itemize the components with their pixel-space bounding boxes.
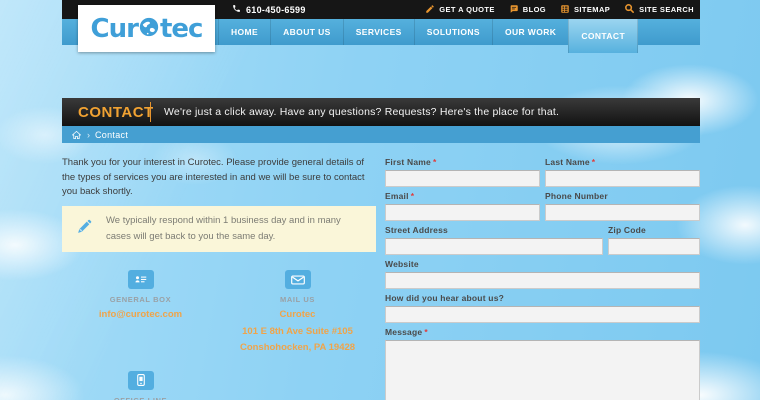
hear-about-us-input[interactable] <box>385 306 700 323</box>
last-name-input[interactable] <box>545 170 700 187</box>
contact-info-label: GENERAL BOX <box>62 295 219 304</box>
message-textarea[interactable] <box>385 340 700 400</box>
blog-link[interactable]: BLOG <box>509 4 546 16</box>
phone-number-label: Phone Number <box>545 191 700 201</box>
required-asterisk: * <box>592 157 596 167</box>
nav-item-solutions[interactable]: SOLUTIONS <box>414 19 492 45</box>
email-input[interactable] <box>385 204 540 221</box>
contact-info: GENERAL BOX info@curotec.com MAIL US Cur… <box>62 270 376 400</box>
page-banner: CONTACT We're just a click away. Have an… <box>62 98 700 126</box>
intro-text: Thank you for your interest in Curotec. … <box>62 156 374 200</box>
quick-links: GET A QUOTE BLOG SITEMAP SITE SEARCH <box>425 3 694 16</box>
address-line: 101 E 8th Ave Suite #105 <box>219 324 376 341</box>
pencil-icon <box>425 4 435 16</box>
contact-card-icon <box>128 270 154 289</box>
street-address-input[interactable] <box>385 238 603 255</box>
required-asterisk: * <box>424 327 428 337</box>
phone-number-input[interactable] <box>545 204 700 221</box>
website-input[interactable] <box>385 272 700 289</box>
zip-code-input[interactable] <box>608 238 700 255</box>
search-icon <box>624 3 635 16</box>
blog-icon <box>509 4 519 16</box>
get-a-quote-link[interactable]: GET A QUOTE <box>425 4 495 16</box>
contact-info-office-line: OFFICE LINE 610-450-6599 <box>62 371 219 400</box>
contact-info-general-box: GENERAL BOX info@curotec.com <box>62 270 219 357</box>
contact-form: First Name* Last Name* Email* Phone Numb… <box>385 157 700 400</box>
page-title: CONTACT <box>62 104 150 121</box>
nav-item-services[interactable]: SERVICES <box>343 19 414 45</box>
contact-info-label: MAIL US <box>219 295 376 304</box>
first-name-label: First Name* <box>385 157 540 167</box>
website-label: Website <box>385 259 700 269</box>
zip-code-label: Zip Code <box>608 225 700 235</box>
first-name-input[interactable] <box>385 170 540 187</box>
note-text: We typically respond within 1 business d… <box>106 213 362 245</box>
response-note: We typically respond within 1 business d… <box>62 206 376 252</box>
logo-text-left: Cur <box>91 14 138 44</box>
street-address-label: Street Address <box>385 225 603 235</box>
general-box-email[interactable]: info@curotec.com <box>99 309 182 320</box>
mobile-phone-icon <box>128 371 154 390</box>
logo-text-right: tec <box>160 14 202 44</box>
required-asterisk: * <box>411 191 415 201</box>
message-label: Message* <box>385 327 700 337</box>
site-search-link[interactable]: SITE SEARCH <box>624 3 694 16</box>
home-icon[interactable] <box>71 130 82 140</box>
breadcrumb-separator: › <box>87 130 90 140</box>
banner-message: We're just a click away. Have any questi… <box>164 106 559 118</box>
contact-info-label: OFFICE LINE <box>62 396 219 400</box>
sitemap-link[interactable]: SITEMAP <box>560 4 610 16</box>
header-phone-link[interactable]: 610-450-6599 <box>232 4 306 15</box>
logo[interactable]: Cur tec <box>78 5 215 52</box>
address-line: Curotec <box>219 307 376 324</box>
envelope-icon <box>285 270 311 289</box>
contact-info-mail-us: MAIL US Curotec 101 E 8th Ave Suite #105… <box>219 270 376 357</box>
breadcrumb: › Contact <box>62 126 700 143</box>
nav-item-home[interactable]: HOME <box>218 19 270 45</box>
globe-icon <box>138 14 160 44</box>
email-label: Email* <box>385 191 540 201</box>
required-asterisk: * <box>433 157 437 167</box>
banner-divider <box>150 102 151 122</box>
nav-item-our-work[interactable]: OUR WORK <box>492 19 568 45</box>
last-name-label: Last Name* <box>545 157 700 167</box>
sitemap-icon <box>560 4 570 16</box>
phone-icon <box>232 4 241 15</box>
mailing-address: Curotec 101 E 8th Ave Suite #105 Conshoh… <box>219 307 376 357</box>
pencil-note-icon <box>76 218 93 240</box>
hear-about-us-label: How did you hear about us? <box>385 293 700 303</box>
nav-item-contact[interactable]: CONTACT <box>568 19 638 53</box>
address-line: Conshohocken, PA 19428 <box>219 340 376 357</box>
phone-number: 610-450-6599 <box>246 5 306 15</box>
breadcrumb-current: Contact <box>95 130 128 140</box>
nav-item-about-us[interactable]: ABOUT US <box>270 19 343 45</box>
